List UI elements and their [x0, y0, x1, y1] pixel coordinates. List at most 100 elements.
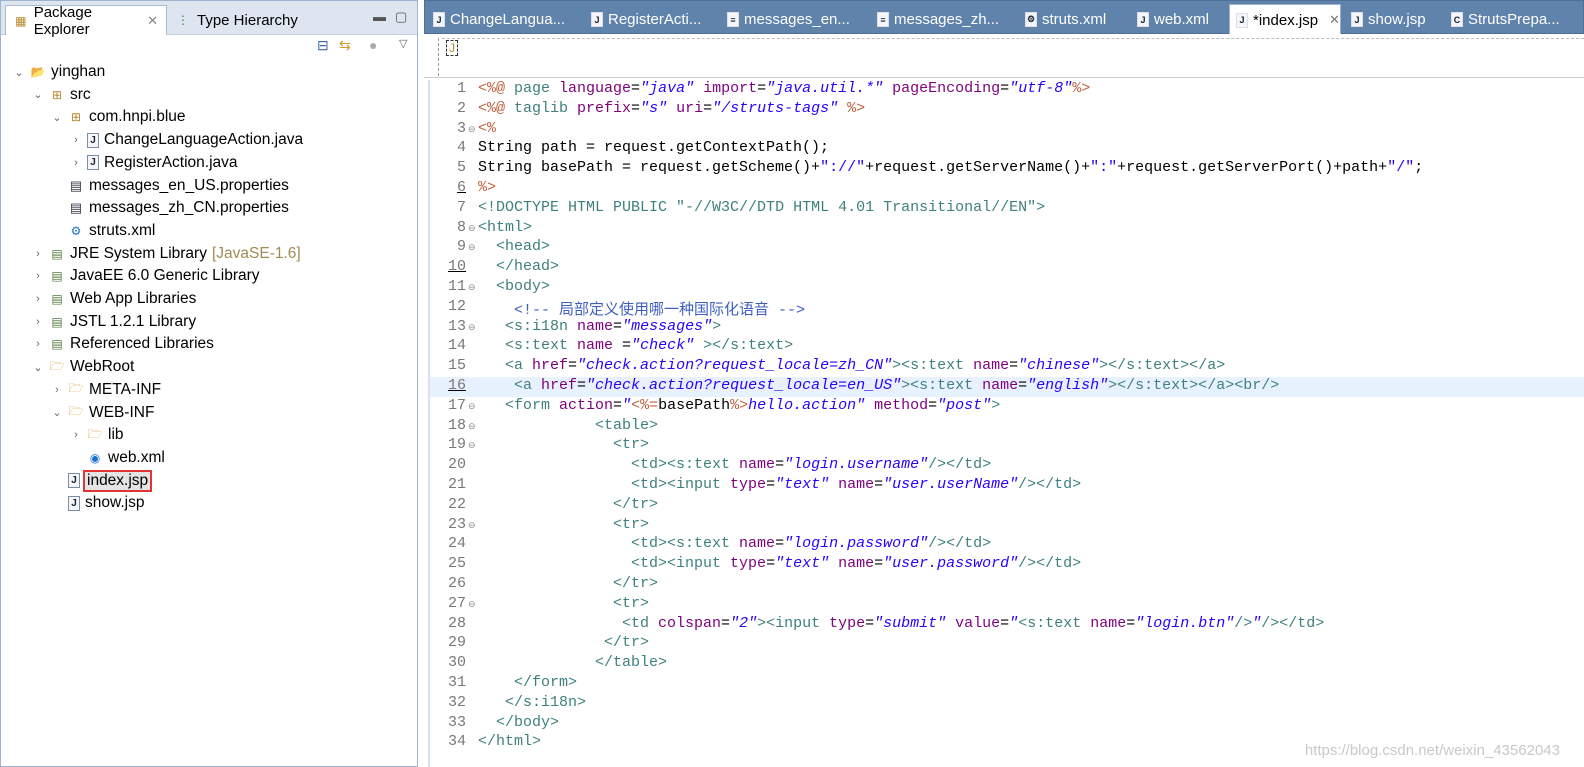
- editor-tab-struts-xml[interactable]: ⚙ struts.xml: [1019, 4, 1123, 35]
- editor-tab-changelangua[interactable]: J ChangeLangua...: [427, 4, 577, 35]
- tree-item-web-inf[interactable]: ⌄ 🗁 WEB-INF: [51, 402, 154, 424]
- code-line[interactable]: 4 String path = request.getContextPath();: [430, 139, 1584, 159]
- tree-item-web-app-libraries[interactable]: › ▤ Web App Libraries: [32, 288, 196, 310]
- code-line[interactable]: 30 </table>: [430, 654, 1584, 674]
- chevron-down-icon[interactable]: ⌄: [32, 361, 44, 374]
- code-line[interactable]: 20 <td><s:text name="login.username"/></…: [430, 456, 1584, 476]
- tab-package-explorer[interactable]: ▦ Package Explorer ✕: [5, 4, 167, 38]
- maximize-icon[interactable]: ▢: [395, 9, 407, 25]
- code-line[interactable]: 33 </body>: [430, 714, 1584, 734]
- tree-item-jstl-1-2-1-library[interactable]: › ▤ JSTL 1.2.1 Library: [32, 311, 196, 333]
- chevron-right-icon[interactable]: ›: [32, 293, 44, 305]
- tree-item-yinghan[interactable]: ⌄ 📂 yinghan: [13, 61, 105, 83]
- code-line[interactable]: 10 </head>: [430, 258, 1584, 278]
- tree-item-messages-zh-cn-properties[interactable]: ▤ messages_zh_CN.properties: [51, 197, 289, 219]
- close-icon[interactable]: ✕: [1329, 12, 1340, 28]
- code-line[interactable]: 14 <s:text name ="check" ></s:text>: [430, 337, 1584, 357]
- code-line[interactable]: 9 ⊖ <head>: [430, 238, 1584, 258]
- lib-icon: ▤: [51, 337, 63, 352]
- code-line[interactable]: 5 String basePath = request.getScheme()+"…: [430, 159, 1584, 179]
- link-with-editor-icon[interactable]: ⇆: [339, 37, 351, 54]
- code-line[interactable]: 15 <a href="check.action?request_locale=…: [430, 357, 1584, 377]
- chevron-right-icon[interactable]: ›: [70, 157, 82, 169]
- fold-toggle-icon[interactable]: ⊖: [468, 120, 476, 140]
- chevron-right-icon[interactable]: ›: [32, 316, 44, 328]
- code-line[interactable]: 32 </s:i18n>: [430, 694, 1584, 714]
- code-line[interactable]: 18 ⊖ <table>: [430, 417, 1584, 437]
- tree-item-referenced-libraries[interactable]: › ▤ Referenced Libraries: [32, 333, 214, 355]
- tree-item-com-hnpi-blue[interactable]: ⌄ ⊞ com.hnpi.blue: [51, 106, 185, 128]
- code-line[interactable]: 17 ⊖ <form action="<%=basePath%>hello.act…: [430, 397, 1584, 417]
- code-line[interactable]: 13 ⊖ <s:i18n name="messages">: [430, 318, 1584, 338]
- code-line[interactable]: 31 </form>: [430, 674, 1584, 694]
- code-line[interactable]: 24 <td><s:text name="login.password"/></…: [430, 535, 1584, 555]
- code-line[interactable]: 1 <%@ page language="java" import="java.u…: [430, 80, 1584, 100]
- code-line[interactable]: 27 ⊖ <tr>: [430, 595, 1584, 615]
- fold-toggle-icon[interactable]: ⊖: [468, 417, 476, 437]
- tree-item-messages-en-us-properties[interactable]: ▤ messages_en_US.properties: [51, 175, 289, 197]
- code-line[interactable]: 19 ⊖ <tr>: [430, 436, 1584, 456]
- minimize-icon[interactable]: ▬: [373, 9, 386, 24]
- chevron-down-icon[interactable]: ⌄: [13, 66, 25, 79]
- fold-toggle-icon[interactable]: ⊖: [468, 397, 476, 417]
- fold-toggle-icon[interactable]: ⊖: [468, 238, 476, 258]
- code-line[interactable]: 2 <%@ taglib prefix="s" uri="/struts-tags…: [430, 100, 1584, 120]
- code-line[interactable]: 25 <td><input type="text" name="user.pas…: [430, 555, 1584, 575]
- tree-item-changelanguageaction-java[interactable]: › J ChangeLanguageAction.java: [70, 129, 303, 151]
- fold-toggle-icon[interactable]: ⊖: [468, 516, 476, 536]
- focus-icon[interactable]: ●: [369, 37, 377, 53]
- close-icon[interactable]: ✕: [147, 13, 158, 29]
- tree-item-index-jsp[interactable]: Jindex.jsp: [51, 469, 153, 492]
- editor-tab-messages-en[interactable]: ≡ messages_en...: [721, 4, 865, 35]
- collapse-all-icon[interactable]: ⊟: [317, 37, 329, 54]
- tree-item-lib[interactable]: › 🗁 lib: [70, 424, 123, 446]
- editor-tab-index-jsp[interactable]: J *index.jsp ✕: [1229, 4, 1341, 35]
- chevron-down-icon[interactable]: ⌄: [32, 88, 44, 101]
- tree-item-javaee-6-0-generic-library[interactable]: › ▤ JavaEE 6.0 Generic Library: [32, 265, 259, 287]
- chevron-down-icon[interactable]: ⌄: [51, 111, 63, 124]
- code-line[interactable]: 3 ⊖ <%: [430, 120, 1584, 140]
- chevron-down-icon[interactable]: ⌄: [51, 406, 63, 419]
- tree-item-meta-inf[interactable]: › 🗁 META-INF: [51, 379, 161, 401]
- code-line[interactable]: 26 </tr>: [430, 575, 1584, 595]
- code-line[interactable]: 28 <td colspan="2"><input type="submit" …: [430, 615, 1584, 635]
- editor-tab-messages-zh[interactable]: ≡ messages_zh...: [871, 4, 1013, 35]
- chevron-right-icon[interactable]: ›: [51, 384, 63, 396]
- code-text: </tr>: [476, 634, 649, 654]
- source-editor[interactable]: 1 <%@ page language="java" import="java.u…: [428, 80, 1584, 767]
- code-line[interactable]: 7 <!DOCTYPE HTML PUBLIC "-//W3C//DTD HTML…: [430, 199, 1584, 219]
- tree-item-src[interactable]: ⌄ ⊞ src: [32, 84, 90, 106]
- code-line[interactable]: 21 <td><input type="text" name="user.use…: [430, 476, 1584, 496]
- tree-item-webroot[interactable]: ⌄ 🗁 WebRoot: [32, 356, 134, 378]
- editor-tab-web-xml[interactable]: Jweb.xml: [1131, 4, 1223, 35]
- chevron-right-icon[interactable]: ›: [32, 338, 44, 350]
- tree-item-struts-xml[interactable]: ⚙ struts.xml: [51, 220, 156, 242]
- line-number: 17: [447, 396, 466, 414]
- fold-toggle-icon[interactable]: ⊖: [468, 219, 476, 239]
- fold-toggle-icon[interactable]: ⊖: [468, 318, 476, 338]
- code-line[interactable]: 23 ⊖ <tr>: [430, 516, 1584, 536]
- tree-item-show-jsp[interactable]: Jshow.jsp: [51, 492, 144, 514]
- chevron-right-icon[interactable]: ›: [70, 429, 82, 441]
- fold-toggle-icon[interactable]: ⊖: [468, 595, 476, 615]
- code-line[interactable]: 22 </tr>: [430, 496, 1584, 516]
- tree-item-jre-system-library[interactable]: › ▤ JRE System Library [JavaSE-1.6]: [32, 243, 301, 265]
- editor-tab-strutsprepa[interactable]: C StrutsPrepa...: [1445, 4, 1584, 35]
- tab-type-hierarchy[interactable]: ⋮ Type Hierarchy: [167, 5, 306, 35]
- fold-toggle-icon[interactable]: ⊖: [468, 278, 476, 298]
- code-line[interactable]: 8 ⊖ <html>: [430, 219, 1584, 239]
- chevron-right-icon[interactable]: ›: [70, 134, 82, 146]
- tree-item-registeraction-java[interactable]: › J RegisterAction.java: [70, 152, 237, 174]
- chevron-right-icon[interactable]: ›: [32, 270, 44, 282]
- tree-item-web-xml[interactable]: ◉ web.xml: [70, 447, 165, 469]
- code-line[interactable]: 11 ⊖ <body>: [430, 278, 1584, 298]
- code-line[interactable]: 29 </tr>: [430, 634, 1584, 654]
- chevron-right-icon[interactable]: ›: [32, 248, 44, 260]
- code-line[interactable]: 6 %>: [430, 179, 1584, 199]
- code-line[interactable]: 12 <!-- 局部定义使用哪一种国际化语音 -->: [430, 298, 1584, 319]
- editor-tab-registeracti[interactable]: J RegisterActi...: [585, 4, 715, 35]
- fold-toggle-icon[interactable]: ⊖: [468, 436, 476, 456]
- view-menu-icon[interactable]: ▽: [399, 37, 407, 50]
- editor-tab-show-jsp[interactable]: Jshow.jsp: [1345, 4, 1439, 35]
- code-line[interactable]: 16 <a href="check.action?request_locale=…: [430, 377, 1584, 397]
